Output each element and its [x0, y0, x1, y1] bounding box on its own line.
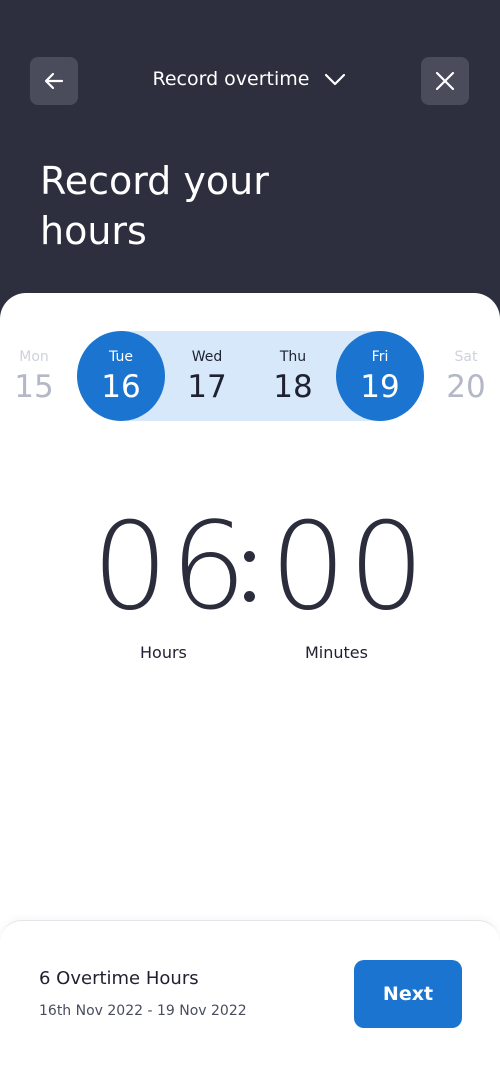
next-button[interactable]: Next [354, 960, 462, 1028]
day-number: 17 [187, 369, 227, 405]
day-fri[interactable]: Fri 19 [337, 331, 423, 421]
date-range: 16th Nov 2022 - 19 Nov 2022 [39, 1003, 247, 1019]
minutes-value[interactable]: 00 [270, 503, 427, 633]
minutes-label: Minutes [305, 643, 368, 662]
day-tue[interactable]: Tue 16 [78, 331, 164, 421]
day-sat[interactable]: Sat 20 [423, 331, 500, 421]
header: Record overtime Record your hours [0, 0, 500, 300]
day-wed[interactable]: Wed 17 [164, 331, 250, 421]
hours-value[interactable]: 06 [92, 503, 249, 633]
day-name: Thu [279, 349, 307, 365]
day-number: 16 [101, 369, 141, 405]
day-mon[interactable]: Mon 15 [0, 331, 77, 421]
day-name: Wed [191, 349, 223, 365]
time-separator [244, 551, 256, 603]
day-thu[interactable]: Thu 18 [250, 331, 336, 421]
close-button[interactable] [421, 57, 469, 105]
time-display: 06 00 [0, 503, 500, 633]
chevron-down-icon [325, 73, 346, 86]
overtime-summary: 6 Overtime Hours [39, 968, 199, 989]
page-title: Record overtime [152, 68, 310, 90]
day-name: Fri [371, 349, 389, 365]
hours-label: Hours [140, 643, 187, 662]
day-number: 15 [14, 369, 54, 405]
day-number: 18 [273, 369, 313, 405]
day-selector: Mon 15 Tue 16 Wed 17 Thu 18 Fri 19 Sat 2… [0, 331, 500, 421]
day-number: 19 [360, 369, 400, 405]
day-number: 20 [446, 369, 486, 405]
day-name: Mon [19, 349, 49, 365]
close-icon [435, 71, 455, 91]
headline: Record your hours [40, 159, 269, 253]
summary-panel: 6 Overtime Hours 16th Nov 2022 - 19 Nov … [0, 920, 500, 1075]
day-name: Sat [454, 349, 478, 365]
day-name: Tue [109, 349, 133, 365]
